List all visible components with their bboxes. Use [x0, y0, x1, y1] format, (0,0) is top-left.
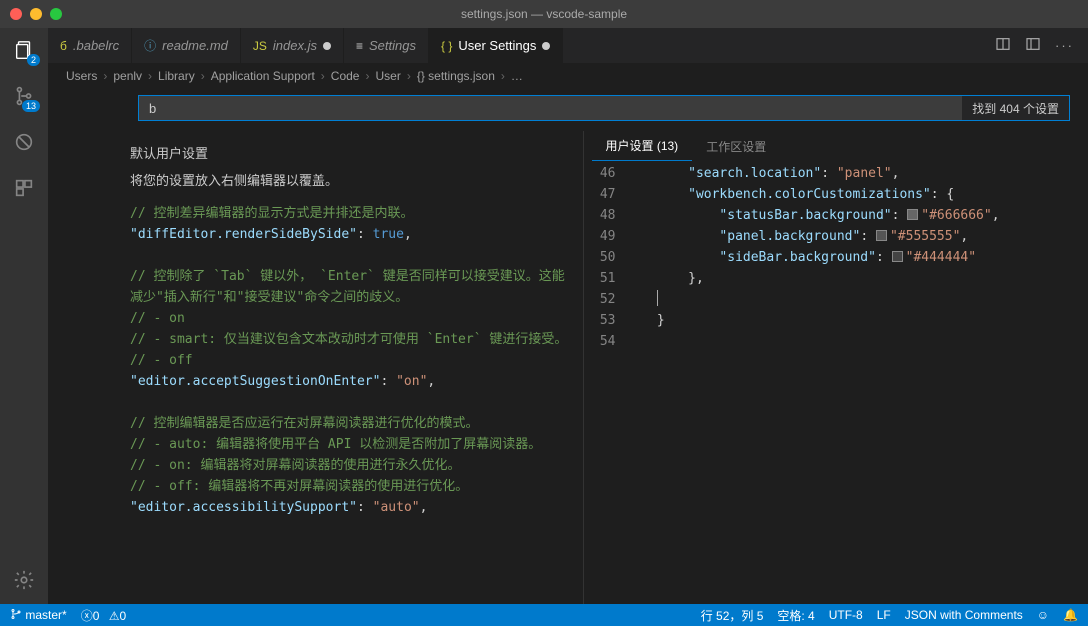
explorer-icon[interactable]: 2	[10, 36, 38, 64]
debug-disabled-icon[interactable]	[10, 128, 38, 156]
default-settings-title: 默认用户设置	[130, 143, 573, 162]
split-editor-icon[interactable]	[995, 36, 1011, 55]
explorer-badge: 2	[27, 54, 40, 66]
settings-gear-icon[interactable]	[10, 566, 38, 594]
tab-label: Settings	[369, 38, 416, 53]
line-number-gutter: 464748495051525354	[584, 163, 626, 604]
file-type-icon: { }	[441, 39, 452, 53]
titlebar: settings.json — vscode-sample	[0, 0, 1088, 28]
notifications-bell-icon[interactable]: 🔔	[1063, 608, 1078, 622]
breadcrumb-segment[interactable]: Library	[158, 69, 195, 83]
chevron-right-icon: ›	[365, 69, 369, 83]
tab-user-settings[interactable]: { } User Settings	[429, 28, 563, 63]
tabs-row: б .babelrc ⓘ readme.md JS index.js ≡ Settings { …	[48, 28, 1088, 63]
tab-label: User Settings	[458, 38, 536, 53]
activity-bar: 2 13	[0, 28, 48, 604]
user-settings-code[interactable]: 464748495051525354 "search.location": "p…	[584, 161, 1088, 604]
encoding-status[interactable]: UTF-8	[829, 608, 863, 622]
breadcrumb-segment[interactable]: User	[375, 69, 400, 83]
file-type-icon: JS	[253, 39, 267, 53]
close-window-button[interactable]	[10, 8, 22, 20]
tab-index-js[interactable]: JS index.js	[241, 28, 344, 63]
default-settings-desc: 将您的设置放入右侧编辑器以覆盖。	[130, 170, 573, 189]
chevron-right-icon: ›	[407, 69, 411, 83]
tab-label: index.js	[273, 38, 317, 53]
breadcrumb-segment[interactable]: {} settings.json	[417, 69, 495, 83]
extensions-icon[interactable]	[10, 174, 38, 202]
settings-scope-tabs: 用户设置 (13)工作区设置	[584, 131, 1088, 161]
breadcrumb-segment[interactable]: Application Support	[211, 69, 315, 83]
settings-scope-tab[interactable]: 用户设置 (13)	[592, 131, 693, 161]
settings-search-row: 找到 404 个设置	[138, 95, 1070, 121]
default-settings-code[interactable]: // 控制差异编辑器的显示方式是并排还是内联。"diffEditor.rende…	[130, 203, 573, 518]
cursor-position-status[interactable]: 行 52，列 5	[701, 607, 764, 624]
source-control-icon[interactable]: 13	[10, 82, 38, 110]
breadcrumb-segment[interactable]: Users	[66, 69, 97, 83]
tab-settings[interactable]: ≡ Settings	[344, 28, 429, 63]
git-branch-status[interactable]: master*	[10, 608, 67, 622]
dirty-indicator-icon	[542, 42, 550, 50]
indentation-status[interactable]: 空格: 4	[777, 607, 814, 624]
file-type-icon: б	[60, 39, 67, 53]
traffic-lights	[0, 8, 62, 20]
settings-search-count: 找到 404 个设置	[962, 96, 1069, 120]
language-mode-status[interactable]: JSON with Comments	[905, 608, 1023, 622]
file-type-icon: ≡	[356, 39, 363, 53]
scm-badge: 13	[22, 100, 40, 112]
more-icon[interactable]: ···	[1055, 38, 1074, 53]
breadcrumb-segment[interactable]: penlv	[113, 69, 142, 83]
eol-status[interactable]: LF	[877, 608, 891, 622]
breadcrumb-segment[interactable]: …	[511, 69, 523, 83]
problems-status[interactable]: ⓧ0 ⚠0	[81, 607, 127, 624]
statusbar: master* ⓧ0 ⚠0 行 52，列 5 空格: 4 UTF-8 LF JS…	[0, 604, 1088, 626]
default-settings-pane: 默认用户设置 将您的设置放入右侧编辑器以覆盖。 // 控制差异编辑器的显示方式是…	[48, 131, 583, 604]
minimize-window-button[interactable]	[30, 8, 42, 20]
tab--babelrc[interactable]: б .babelrc	[48, 28, 132, 63]
chevron-right-icon: ›	[103, 69, 107, 83]
breadcrumbs[interactable]: Users › penlv › Library › Application Support ›…	[48, 63, 1088, 89]
chevron-right-icon: ›	[201, 69, 205, 83]
layout-icon[interactable]	[1025, 36, 1041, 55]
file-type-icon: ⓘ	[144, 37, 156, 54]
maximize-window-button[interactable]	[50, 8, 62, 20]
chevron-right-icon: ›	[148, 69, 152, 83]
tab-label: .babelrc	[73, 38, 119, 53]
settings-search-input[interactable]	[139, 101, 962, 116]
user-settings-pane: 用户设置 (13)工作区设置 464748495051525354 "searc…	[583, 131, 1088, 604]
settings-scope-tab[interactable]: 工作区设置	[692, 131, 780, 161]
chevron-right-icon: ›	[501, 69, 505, 83]
breadcrumb-segment[interactable]: Code	[331, 69, 360, 83]
window-title: settings.json — vscode-sample	[461, 7, 627, 21]
dirty-indicator-icon	[323, 42, 331, 50]
tab-label: readme.md	[162, 38, 228, 53]
tab-readme-md[interactable]: ⓘ readme.md	[132, 28, 241, 63]
feedback-smiley-icon[interactable]: ☺	[1037, 608, 1049, 622]
chevron-right-icon: ›	[321, 69, 325, 83]
